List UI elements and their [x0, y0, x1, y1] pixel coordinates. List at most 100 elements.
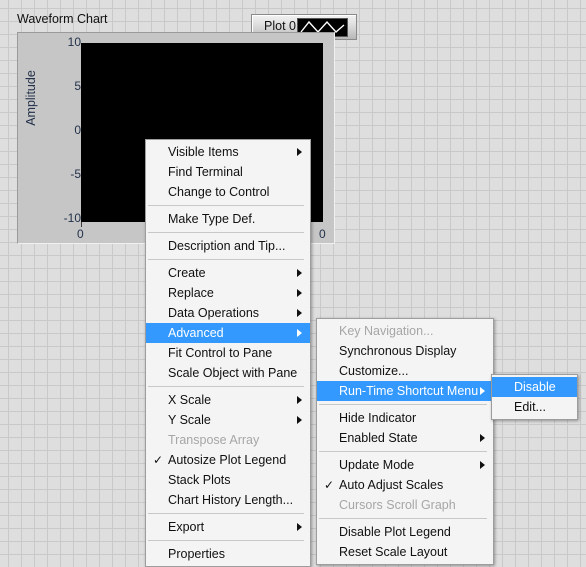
menu-separator — [319, 404, 487, 405]
menu-item[interactable]: Reset Scale Layout — [317, 542, 493, 562]
menu-separator — [319, 518, 487, 519]
y-tick-label: 5 — [74, 79, 81, 93]
y-tick-label: 0 — [74, 123, 81, 137]
submenu-arrow-icon — [480, 434, 485, 442]
menu-item[interactable]: Data Operations — [146, 303, 310, 323]
menu-separator — [148, 386, 304, 387]
menu-item-label: Update Mode — [339, 458, 415, 472]
menu-separator — [148, 513, 304, 514]
menu-item[interactable]: Hide Indicator — [317, 408, 493, 428]
menu-item[interactable]: Y Scale — [146, 410, 310, 430]
menu-item-label: Run-Time Shortcut Menu — [339, 384, 479, 398]
menu-item-label: Find Terminal — [168, 165, 243, 179]
submenu-arrow-icon — [297, 396, 302, 404]
y-axis-ticks: 10 5 0 -5 -10 — [40, 33, 87, 233]
menu-item[interactable]: Stack Plots — [146, 470, 310, 490]
menu-separator — [148, 259, 304, 260]
menu-item[interactable]: ✓ Auto Adjust Scales — [317, 475, 493, 495]
x-tick-label-right: 0 — [319, 227, 326, 241]
menu-item[interactable]: X Scale — [146, 390, 310, 410]
menu-item-label: Advanced — [168, 326, 224, 340]
menu-item-label: Reset Scale Layout — [339, 545, 448, 559]
menu-item-label: Create — [168, 266, 206, 280]
submenu-arrow-icon — [297, 269, 302, 277]
menu-item-label: Properties — [168, 547, 225, 561]
plot-legend-label: Plot 0 — [264, 19, 296, 33]
y-tick-label: -5 — [70, 167, 81, 181]
submenu-arrow-icon — [480, 387, 485, 395]
menu-item[interactable]: Run-Time Shortcut Menu — [317, 381, 493, 401]
check-icon: ✓ — [153, 453, 164, 467]
menu-item-label: Enabled State — [339, 431, 418, 445]
menu-item-label: Edit... — [514, 400, 546, 414]
menu-item-label: Replace — [168, 286, 214, 300]
y-tick-label: 10 — [67, 35, 81, 49]
menu-item-label: Y Scale — [168, 413, 211, 427]
menu-item[interactable]: Create — [146, 263, 310, 283]
context-menu-runtime-shortcut[interactable]: Disable Edit... — [491, 374, 578, 420]
submenu-arrow-icon — [297, 289, 302, 297]
menu-item-label: Scale Object with Pane — [168, 366, 298, 380]
menu-item[interactable]: Customize... — [317, 361, 493, 381]
y-tick-label: -10 — [63, 211, 81, 225]
menu-item: Cursors Scroll Graph — [317, 495, 493, 515]
menu-item-label: Key Navigation... — [339, 324, 434, 338]
menu-item[interactable]: Scale Object with Pane — [146, 363, 310, 383]
menu-item[interactable]: Enabled State — [317, 428, 493, 448]
menu-item-label: Customize... — [339, 364, 409, 378]
menu-item-label: Visible Items — [168, 145, 239, 159]
menu-item[interactable]: Update Mode — [317, 455, 493, 475]
menu-item[interactable]: Chart History Length... — [146, 490, 310, 510]
menu-item-label: X Scale — [168, 393, 212, 407]
menu-item: Key Navigation... — [317, 321, 493, 341]
menu-item[interactable]: Export — [146, 517, 310, 537]
menu-item-label: Synchronous Display — [339, 344, 457, 358]
menu-item[interactable]: Advanced — [146, 323, 310, 343]
submenu-arrow-icon — [297, 148, 302, 156]
menu-item[interactable]: Description and Tip... — [146, 236, 310, 256]
menu-item-label: Change to Control — [168, 185, 270, 199]
chart-title: Waveform Chart — [17, 12, 108, 26]
submenu-arrow-icon — [297, 416, 302, 424]
context-menu-advanced[interactable]: Key Navigation... Synchronous Display Cust… — [316, 318, 494, 565]
submenu-arrow-icon — [297, 523, 302, 531]
menu-item[interactable]: Synchronous Display — [317, 341, 493, 361]
menu-item-label: Disable — [514, 380, 556, 394]
menu-item: Transpose Array — [146, 430, 310, 450]
menu-item-label: Stack Plots — [168, 473, 231, 487]
submenu-arrow-icon — [297, 329, 302, 337]
menu-item[interactable]: Disable Plot Legend — [317, 522, 493, 542]
menu-item-label: Autosize Plot Legend — [168, 453, 287, 467]
menu-item-label: Cursors Scroll Graph — [339, 498, 456, 512]
context-menu-main[interactable]: Visible Items Find Terminal Change to Cont… — [145, 139, 311, 567]
menu-item-label: Transpose Array — [168, 433, 260, 447]
menu-item[interactable]: ✓ Autosize Plot Legend — [146, 450, 310, 470]
menu-item-label: Hide Indicator — [339, 411, 417, 425]
menu-item[interactable]: Disable — [492, 377, 577, 397]
menu-item[interactable]: Change to Control — [146, 182, 310, 202]
menu-item[interactable]: Properties — [146, 544, 310, 564]
menu-item-label: Auto Adjust Scales — [339, 478, 444, 492]
menu-item-label: Chart History Length... — [168, 493, 294, 507]
menu-item-label: Make Type Def. — [168, 212, 256, 226]
y-axis-label: Amplitude — [24, 70, 38, 126]
menu-item[interactable]: Make Type Def. — [146, 209, 310, 229]
menu-item[interactable]: Find Terminal — [146, 162, 310, 182]
submenu-arrow-icon — [480, 461, 485, 469]
menu-item-label: Data Operations — [168, 306, 260, 320]
menu-separator — [148, 232, 304, 233]
menu-item[interactable]: Visible Items — [146, 142, 310, 162]
submenu-arrow-icon — [297, 309, 302, 317]
menu-item-label: Export — [168, 520, 205, 534]
menu-item-label: Disable Plot Legend — [339, 525, 451, 539]
menu-item-label: Description and Tip... — [168, 239, 286, 253]
menu-separator — [148, 205, 304, 206]
menu-item-label: Fit Control to Pane — [168, 346, 273, 360]
menu-separator — [148, 540, 304, 541]
menu-item[interactable]: Fit Control to Pane — [146, 343, 310, 363]
check-icon: ✓ — [324, 478, 335, 492]
menu-item[interactable]: Edit... — [492, 397, 577, 417]
menu-item[interactable]: Replace — [146, 283, 310, 303]
x-tick-label: 0 — [77, 227, 84, 241]
menu-separator — [319, 451, 487, 452]
